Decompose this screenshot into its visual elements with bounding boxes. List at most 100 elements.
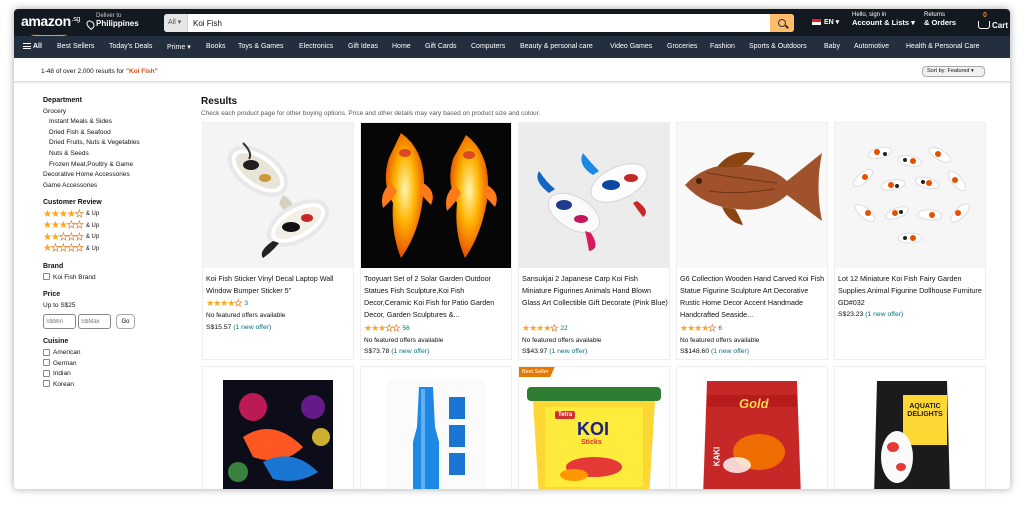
account-menu[interactable]: Hello, sign in Account & Lists ▾ xyxy=(852,11,915,27)
nav-item[interactable]: Video Games xyxy=(610,43,652,50)
price-max-input[interactable] xyxy=(78,314,111,330)
nav-item-prime[interactable]: Prime ▾ xyxy=(167,43,191,51)
deliver-location: Philippines xyxy=(96,19,139,28)
product-image[interactable] xyxy=(519,123,669,268)
product-card[interactable]: G6 Collection Wooden Hand Carved Koi Fis… xyxy=(676,122,828,360)
department-item[interactable]: Game Accessories xyxy=(43,181,203,192)
search-button[interactable] xyxy=(770,14,794,32)
product-image[interactable]: Tetra KOI Sticks xyxy=(519,367,669,489)
department-item[interactable]: Decorative Home Accessories xyxy=(43,170,203,181)
cart-icon xyxy=(978,21,990,29)
nav-item[interactable]: Groceries xyxy=(667,43,697,50)
nav-item[interactable]: Fashion xyxy=(710,43,735,50)
offers-text: No featured offers available xyxy=(206,312,286,319)
new-offer-link[interactable]: (1 new offer) xyxy=(549,348,587,355)
review-count[interactable]: 22 xyxy=(560,325,567,332)
language-selector[interactable]: EN ▾ xyxy=(812,18,839,26)
product-rating[interactable]: ★★★★★ 6 xyxy=(680,323,722,334)
cuisine-filter[interactable]: German xyxy=(43,359,203,370)
sort-dropdown[interactable]: Sort by: Featured ▾ xyxy=(922,66,985,77)
nav-item[interactable]: Toys & Games xyxy=(238,43,284,50)
checkbox[interactable] xyxy=(43,348,50,356)
cuisine-filter[interactable]: American xyxy=(43,348,203,359)
nav-item[interactable]: Gift Cards xyxy=(425,43,457,50)
product-card[interactable]: Gold KAKI xyxy=(676,366,828,489)
product-image[interactable] xyxy=(203,123,353,268)
nav-item[interactable]: Computers xyxy=(471,43,505,50)
amazon-logo[interactable]: amazon.sg xyxy=(21,13,80,37)
price-option[interactable]: Up to S$25 xyxy=(43,301,203,312)
product-title[interactable]: Tooyuart Set of 2 Solar Garden Outdoor S… xyxy=(364,273,510,321)
review-filter-3[interactable]: ★★★★★ & Up xyxy=(43,220,203,232)
checkbox[interactable] xyxy=(43,359,50,367)
nav-item[interactable]: Automotive xyxy=(854,43,889,50)
nav-item[interactable]: Health & Personal Care xyxy=(906,43,980,50)
department-item[interactable]: Dried Fruits, Nuts & Vegetables xyxy=(43,138,203,149)
nav-bar: All Best Sellers Today's Deals Prime ▾ B… xyxy=(14,36,1010,58)
product-title[interactable]: G6 Collection Wooden Hand Carved Koi Fis… xyxy=(680,273,826,321)
nav-item[interactable]: Best Sellers xyxy=(57,43,94,50)
product-card[interactable] xyxy=(202,366,354,489)
star-rating-icon: ★★★★★ xyxy=(364,323,401,334)
nav-item[interactable]: Beauty & personal care xyxy=(520,43,593,50)
nav-item[interactable]: Today's Deals xyxy=(109,43,152,50)
price-go-button[interactable]: Go xyxy=(116,314,135,330)
checkbox[interactable] xyxy=(43,369,50,377)
cuisine-filter[interactable]: Korean xyxy=(43,380,203,391)
product-image[interactable] xyxy=(361,123,511,268)
product-image[interactable]: Gold KAKI xyxy=(677,367,827,489)
cuisine-label: German xyxy=(53,359,77,367)
nav-item[interactable]: Baby xyxy=(824,43,840,50)
search-category-select[interactable]: All ▾ xyxy=(164,14,188,32)
nav-all-menu[interactable]: All xyxy=(23,43,42,50)
blue-glass-image xyxy=(386,380,486,489)
department-item[interactable]: Nuts & Seeds xyxy=(43,149,203,160)
product-image[interactable] xyxy=(677,123,827,268)
product-rating[interactable]: ★★★★★ 22 xyxy=(522,323,568,334)
product-title[interactable]: Sansukjai 2 Japanese Carp Koi Fish Minia… xyxy=(522,273,668,321)
review-count[interactable]: 56 xyxy=(402,325,409,332)
checkbox[interactable] xyxy=(43,273,50,281)
returns-orders[interactable]: Returns & Orders xyxy=(924,11,956,27)
product-card[interactable] xyxy=(360,366,512,489)
new-offer-link[interactable]: (1 new offer) xyxy=(711,348,749,355)
checkbox[interactable] xyxy=(43,380,50,388)
product-card[interactable]: Sansukjai 2 Japanese Carp Koi Fish Minia… xyxy=(518,122,670,360)
product-image[interactable] xyxy=(835,123,985,268)
new-offer-link[interactable]: (1 new offer) xyxy=(391,348,429,355)
product-rating[interactable]: ★★★★★ 3 xyxy=(206,298,248,309)
product-card[interactable]: Tooyuart Set of 2 Solar Garden Outdoor S… xyxy=(360,122,512,360)
review-filter-4[interactable]: ★★★★★ & Up xyxy=(43,209,203,221)
department-item[interactable]: Instant Meals & Sides xyxy=(43,117,203,128)
cart-button[interactable]: 0 Cart xyxy=(976,12,1008,32)
nav-item[interactable]: Home xyxy=(392,43,411,50)
product-card[interactable]: Koi Fish Sticker Vinyl Decal Laptop Wall… xyxy=(202,122,354,360)
search-input[interactable] xyxy=(190,14,770,32)
new-offer-link[interactable]: (1 new offer) xyxy=(233,324,271,331)
wooden-koi-image xyxy=(677,123,827,268)
brand-filter[interactable]: Koi Fish Brand xyxy=(43,273,203,284)
nav-item[interactable]: Gift Ideas xyxy=(348,43,378,50)
price-title: Price xyxy=(43,291,61,299)
department-item[interactable]: Grocery xyxy=(43,107,203,118)
cuisine-filter[interactable]: Indian xyxy=(43,369,203,380)
review-count[interactable]: 6 xyxy=(718,325,722,332)
product-card[interactable]: Lot 12 Miniature Koi Fish Fairy Garden S… xyxy=(834,122,986,360)
department-item[interactable]: Dried Fish & Seafood xyxy=(43,128,203,139)
product-image[interactable] xyxy=(361,367,511,489)
product-card[interactable]: AQUATIC DELIGHTS xyxy=(834,366,986,489)
review-filter-2[interactable]: ★★★★★ & Up xyxy=(43,232,203,244)
nav-item[interactable]: Electronics xyxy=(299,43,333,50)
product-rating[interactable]: ★★★★★ 56 xyxy=(364,323,410,334)
price-min-input[interactable] xyxy=(43,314,76,330)
product-image[interactable]: AQUATIC DELIGHTS xyxy=(835,367,985,489)
review-filter-1[interactable]: ★★★★★ & Up xyxy=(43,243,203,255)
deliver-to[interactable]: Deliver to Philippines xyxy=(84,12,139,31)
new-offer-link[interactable]: (1 new offer) xyxy=(865,311,903,318)
product-image[interactable] xyxy=(203,367,353,489)
department-item[interactable]: Frozen Meat,Poultry & Game xyxy=(43,160,203,171)
nav-item[interactable]: Sports & Outdoors xyxy=(749,43,807,50)
review-count[interactable]: 3 xyxy=(244,300,248,307)
nav-item[interactable]: Books xyxy=(206,43,225,50)
product-card[interactable]: Best Seller Tetra KOI Sticks xyxy=(518,366,670,489)
